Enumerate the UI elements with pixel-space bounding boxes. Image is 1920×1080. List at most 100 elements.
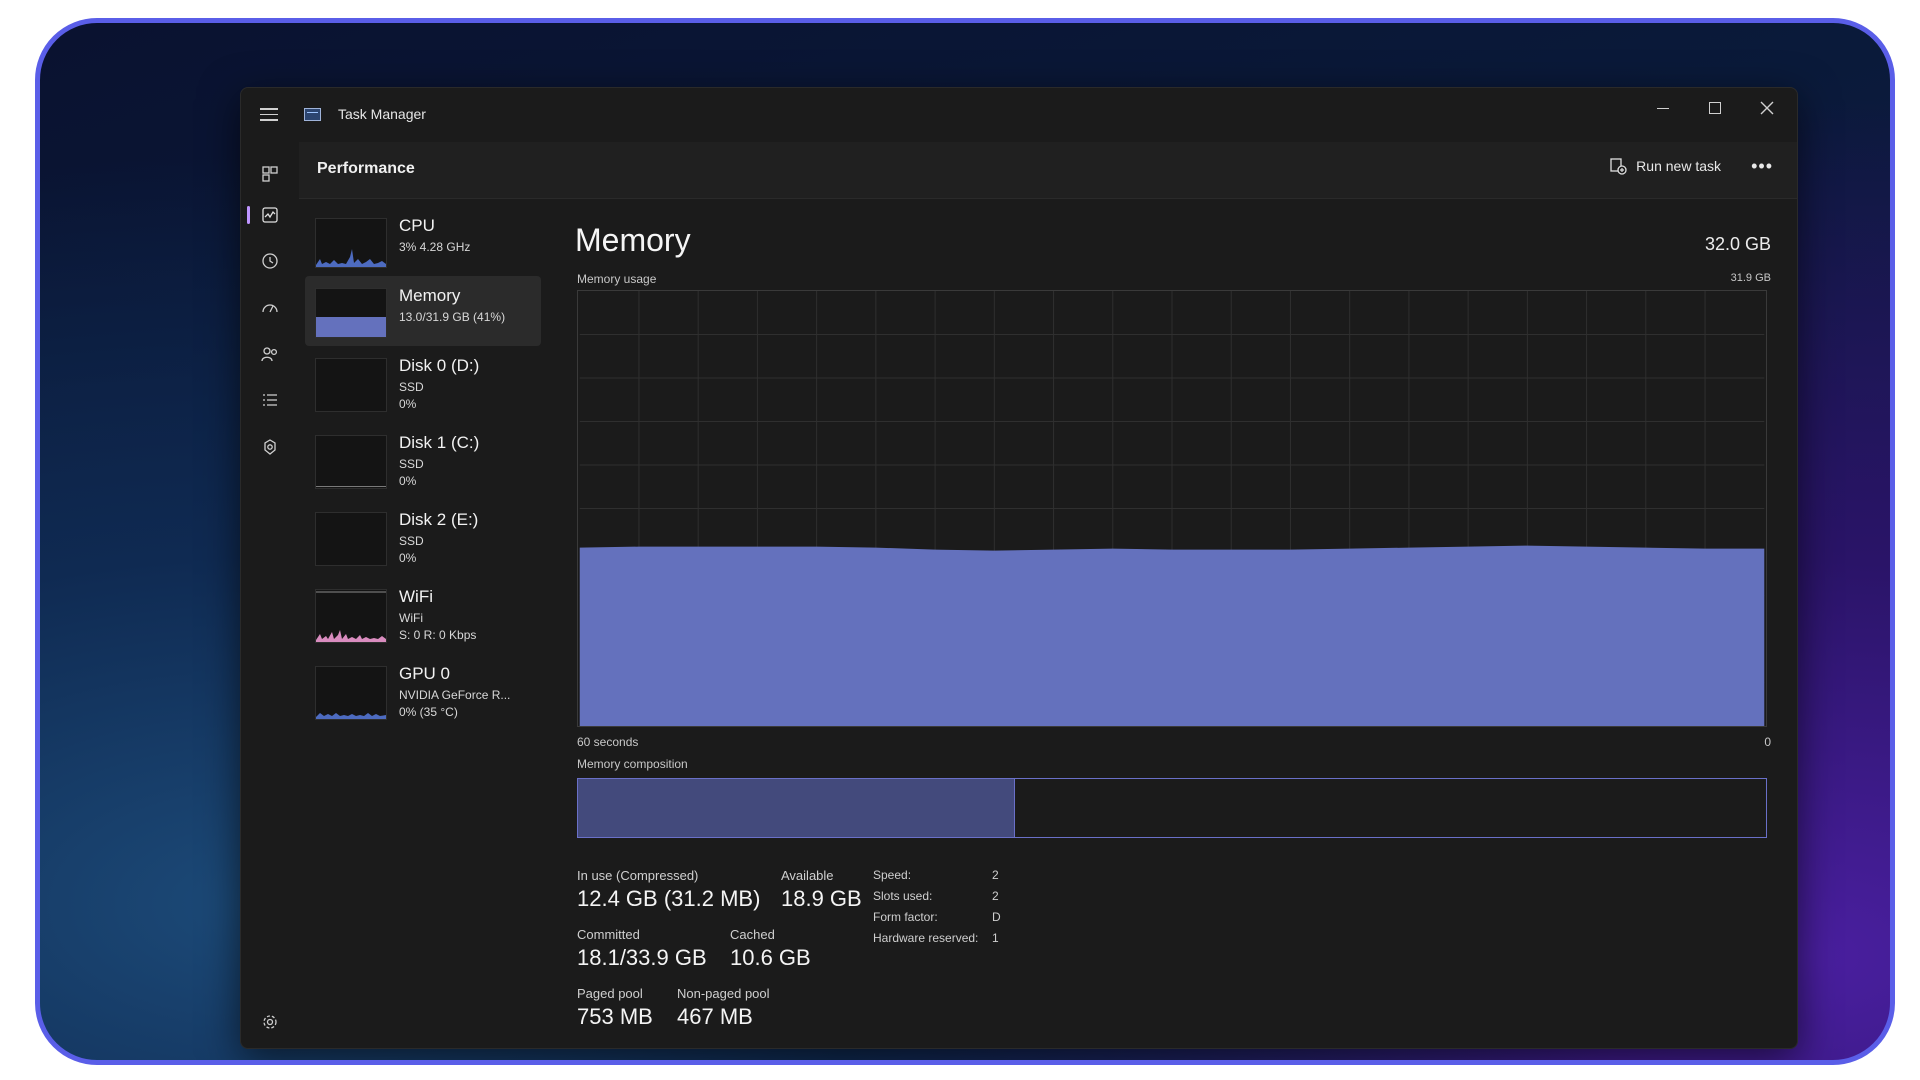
device-name: Disk 1 (C:)	[399, 433, 480, 452]
maximize-icon	[1709, 102, 1721, 114]
device-item-gpu-0[interactable]: GPU 0 NVIDIA GeForce R... 0% (35 °C)	[305, 654, 541, 724]
device-item-wifi[interactable]: WiFi WiFi S: 0 R: 0 Kbps	[305, 577, 541, 647]
memory-title: Memory	[575, 222, 691, 258]
active-indicator	[247, 206, 250, 224]
memory-panel: Memory 32.0 GB Memory usage 31.9 GB 60 s…	[567, 198, 1797, 1048]
settings-button[interactable]	[258, 1010, 282, 1034]
paged-pool-value: 753 MB	[577, 1004, 653, 1029]
device-name: GPU 0	[399, 664, 451, 683]
disk-2-thumbnail	[315, 512, 387, 566]
device-item-cpu[interactable]: CPU 3% 4.28 GHz	[305, 206, 541, 276]
nav-app-history[interactable]	[258, 249, 282, 273]
device-item-memory[interactable]: Memory 13.0/31.9 GB (41%)	[305, 276, 541, 346]
device-detail: 3% 4.28 GHz	[399, 240, 471, 254]
device-detail: 0%	[399, 397, 417, 411]
graph-axis-left: 60 seconds	[577, 735, 639, 749]
nav-services[interactable]	[258, 435, 282, 459]
device-name: Disk 0 (D:)	[399, 356, 480, 375]
minimize-icon	[1657, 107, 1669, 109]
memory-usage-area	[579, 545, 1765, 726]
memory-usage-max: 31.9 GB	[1730, 272, 1771, 284]
disk-1-thumbnail	[315, 435, 387, 489]
page-title: Performance	[317, 160, 415, 177]
performance-icon	[262, 207, 278, 223]
close-icon	[1760, 101, 1774, 115]
memory-usage-label: Memory usage	[577, 272, 657, 286]
device-type: SSD	[399, 534, 424, 548]
wifi-thumbnail	[315, 589, 387, 643]
available-label: Available	[781, 868, 834, 883]
disk-1-baseline	[316, 486, 386, 487]
wifi-sparkline	[316, 591, 386, 642]
nav-startup-apps[interactable]	[258, 296, 282, 320]
cpu-sparkline	[316, 249, 386, 267]
menu-icon[interactable]	[260, 108, 278, 122]
cached-label: Cached	[730, 927, 775, 942]
maximize-button[interactable]	[1689, 88, 1741, 128]
history-icon	[262, 253, 278, 269]
run-new-task-label: Run new task	[1636, 158, 1721, 174]
close-button[interactable]	[1741, 88, 1793, 128]
memory-composition-bar	[577, 778, 1767, 838]
device-type: WiFi	[399, 611, 423, 625]
gear-icon	[263, 1015, 277, 1029]
device-detail: 13.0/31.9 GB (41%)	[399, 310, 506, 324]
committed-label: Committed	[577, 927, 640, 942]
nav-performance[interactable]	[258, 203, 282, 227]
memory-composition-label: Memory composition	[577, 757, 688, 771]
device-detail: 0%	[399, 551, 417, 565]
device-detail: 0% (35 °C)	[399, 705, 458, 719]
graph-axis-right: 0	[1764, 735, 1771, 749]
device-type: SSD	[399, 380, 424, 394]
services-icon	[264, 439, 276, 455]
gpu-sparkline	[316, 713, 386, 719]
hardware-reserved-label: Hardware reserved:	[873, 931, 979, 945]
composition-in-use-segment	[578, 779, 1015, 837]
slots-used-value: 2	[992, 889, 999, 903]
processes-icon	[262, 166, 278, 182]
window-title: Task Manager	[338, 106, 426, 122]
in-use-value: 12.4 GB (31.2 MB)	[577, 886, 761, 911]
non-paged-pool-label: Non-paged pool	[677, 986, 770, 1001]
non-paged-pool-value: 467 MB	[677, 1004, 753, 1029]
hardware-reserved-value: 1	[992, 931, 999, 945]
paged-pool-label: Paged pool	[577, 986, 643, 1001]
more-options-button[interactable]: •••	[1751, 156, 1773, 177]
device-type: SSD	[399, 457, 424, 471]
slots-used-label: Slots used:	[873, 889, 933, 903]
nav-users[interactable]	[258, 342, 282, 366]
device-detail: S: 0 R: 0 Kbps	[399, 628, 477, 642]
nav-rail	[241, 142, 299, 1048]
speed-label: Speed:	[873, 868, 912, 882]
device-item-disk-2[interactable]: Disk 2 (E:) SSD 0%	[305, 500, 541, 570]
memory-total: 32.0 GB	[1704, 234, 1771, 254]
device-item-disk-1[interactable]: Disk 1 (C:) SSD 0%	[305, 423, 541, 493]
task-manager-app-icon	[304, 108, 321, 121]
cpu-thumbnail	[315, 218, 387, 268]
device-item-disk-0[interactable]: Disk 0 (D:) SSD 0%	[305, 346, 541, 416]
memory-thumb-fill	[316, 316, 386, 337]
startup-gauge-icon	[262, 304, 278, 313]
in-use-label: In use (Compressed)	[577, 868, 699, 883]
device-name: Disk 2 (E:)	[399, 510, 479, 529]
nav-processes[interactable]	[258, 162, 282, 186]
nav-details[interactable]	[258, 388, 282, 412]
cached-value: 10.6 GB	[730, 945, 811, 970]
form-factor-label: Form factor:	[873, 910, 938, 924]
device-model: NVIDIA GeForce R...	[399, 688, 511, 702]
title-bar[interactable]: Task Manager	[241, 88, 1797, 142]
disk-0-thumbnail	[315, 358, 387, 412]
device-name: WiFi	[399, 587, 433, 606]
memory-thumbnail	[315, 288, 387, 338]
form-factor-value: D	[992, 910, 1001, 924]
available-value: 18.9 GB	[781, 886, 862, 911]
users-icon	[261, 347, 278, 362]
minimize-button[interactable]	[1637, 88, 1689, 128]
device-name: Memory	[399, 286, 461, 305]
gpu-thumbnail	[315, 666, 387, 720]
device-name: CPU	[399, 216, 435, 235]
run-new-task-button[interactable]: Run new task	[1609, 157, 1721, 175]
page-header: Performance Run new task •••	[299, 142, 1797, 199]
device-detail: 0%	[399, 474, 417, 488]
run-task-icon	[1610, 158, 1627, 175]
